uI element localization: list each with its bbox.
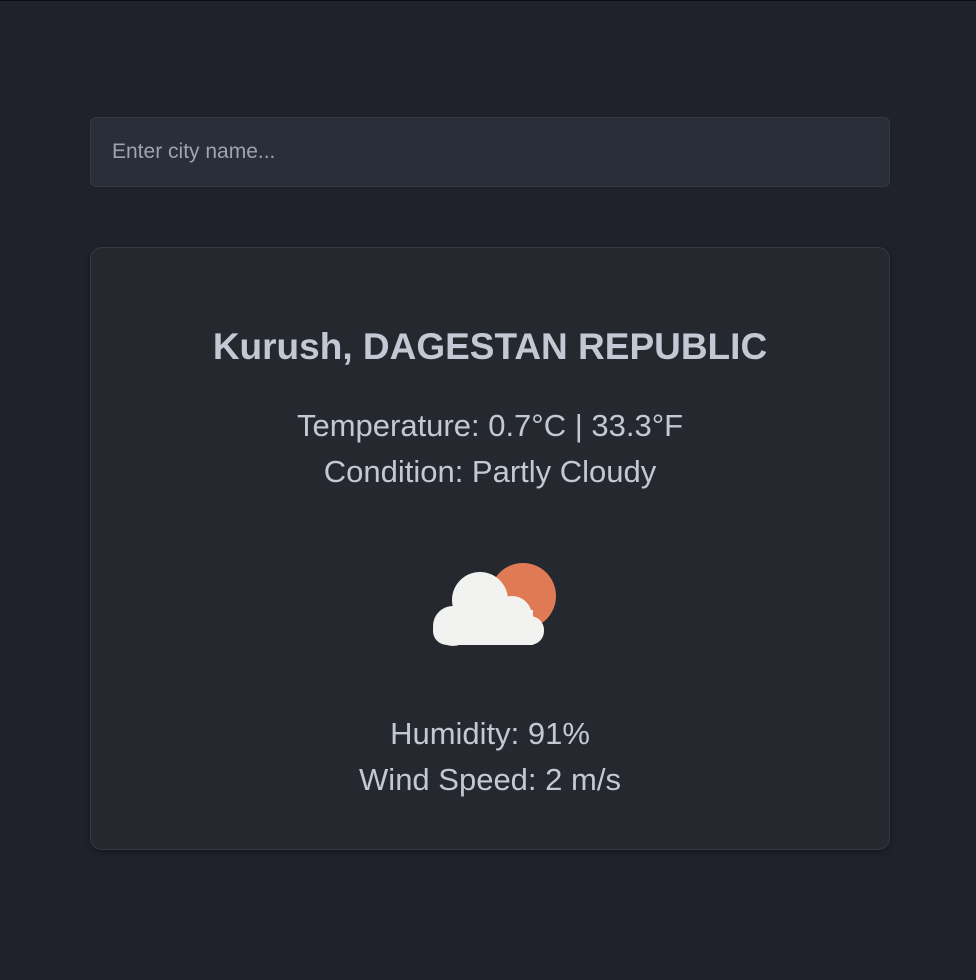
wind-speed-text: Wind Speed: 2 m/s [359, 762, 621, 797]
condition-text: Condition: Partly Cloudy [323, 454, 657, 489]
partly-cloudy-icon [433, 563, 556, 646]
city-search-input[interactable] [90, 117, 890, 187]
location-title: Kurush, DAGESTAN REPUBLIC [212, 326, 768, 367]
temperature-text: Temperature: 0.7°C | 33.3°F [296, 408, 684, 443]
weather-app: Kurush, DAGESTAN REPUBLIC Temperature: 0… [0, 0, 976, 980]
humidity-text: Humidity: 91% [390, 716, 590, 751]
weather-card: Kurush, DAGESTAN REPUBLIC Temperature: 0… [90, 247, 890, 850]
